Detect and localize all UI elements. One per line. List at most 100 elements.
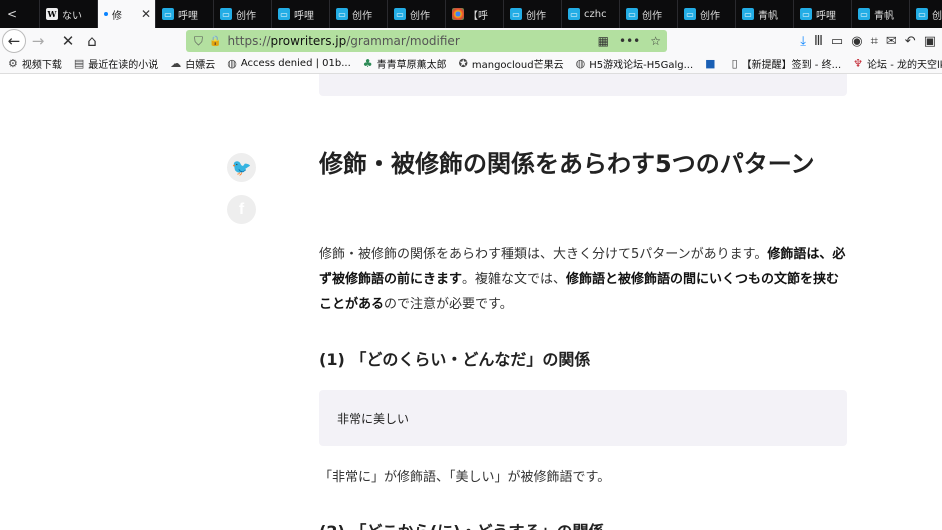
back-arrow-icon: < (6, 7, 18, 21)
globe-icon: ◍ (575, 57, 586, 70)
back-button[interactable]: ← (2, 29, 26, 53)
sidebar-icon[interactable]: ▭ (831, 34, 843, 49)
browser-tab[interactable]: < (0, 0, 40, 28)
tab-label: 创作 (352, 10, 372, 22)
browser-tab[interactable]: ▭ 青帆 (736, 0, 794, 28)
qr-code-icon[interactable]: ▦ (598, 34, 609, 48)
chat-icon[interactable]: ✉ (886, 34, 897, 49)
browser-tab[interactable]: 【呼 (446, 0, 504, 28)
browser-tab[interactable]: ▭ 呼哩 (272, 0, 330, 28)
url-host: prowriters.jp (270, 34, 347, 48)
tab-label: 呼哩 (178, 10, 198, 22)
bookmark-label: 论坛 - 龙的天空lkong... (867, 60, 942, 71)
home-button[interactable]: ⌂ (80, 29, 104, 53)
lock-icon[interactable]: 🔒 (209, 36, 221, 47)
url-scheme: https:// (227, 34, 271, 48)
bilibili-icon: ▭ (742, 8, 754, 20)
tab-label: 创作 (700, 10, 720, 22)
bookmark-item[interactable]: ▤ 最近在读的小说 (74, 56, 158, 71)
bookmark-item[interactable]: ♆论坛 - 龙的天空lkong... (853, 56, 942, 71)
library-icon[interactable]: Ⅲ (814, 34, 823, 49)
loading-dot-icon (104, 12, 108, 16)
window-icon[interactable]: ▣ (924, 34, 936, 49)
bookmark-label: 【新提醒】签到 - 终... (741, 60, 842, 71)
twitter-icon: 🐦 (231, 158, 252, 177)
bookmark-label: 最近在读的小说 (88, 60, 159, 71)
browser-tab[interactable]: ▭ 创作 (330, 0, 388, 28)
forward-button[interactable]: → (26, 29, 50, 53)
bilibili-icon: ▭ (858, 8, 870, 20)
bilibili-icon: ▭ (568, 8, 580, 20)
close-tab-icon[interactable]: ✕ (141, 7, 151, 21)
more-icon[interactable]: ••• (619, 34, 640, 48)
browser-tab[interactable]: ▭ 创作 (214, 0, 272, 28)
page-content: 🐦 f 修飾・被修飾の関係をあらわす5つのパターン 修飾・被修飾の関係をあらわす… (0, 74, 942, 530)
browser-tab[interactable]: ▭ 呼哩 (794, 0, 852, 28)
bilibili-icon: ▭ (626, 8, 638, 20)
example-note: 「非常に」が修飾語、「美しい」が被修飾語です。 (319, 470, 611, 485)
tab-label: czhc (584, 8, 607, 20)
bilibili-icon: ▭ (684, 8, 696, 20)
example-text: 非常に美しい (337, 411, 410, 426)
bookmark-label: 青青草原薰太郎 (376, 60, 447, 71)
tab-label: 创作 (526, 10, 546, 22)
section-heading: 修飾・被修飾の関係をあらわす5つのパターン (319, 150, 815, 178)
bookmark-item[interactable]: ✪ mangocloud芒果云 (459, 56, 564, 71)
chrome-icon (452, 8, 464, 20)
bookmark-label: H5游戏论坛-H5Galg... (589, 60, 694, 71)
bookmark-item[interactable]: ☁ 白嫖云 (170, 56, 215, 71)
tab-label: 创作 (410, 10, 430, 22)
folder-icon: ▤ (73, 57, 85, 70)
tab-label: 创作 (642, 10, 662, 22)
bilibili-icon: ▭ (336, 8, 348, 20)
browser-tab[interactable]: 修 ✕ (98, 0, 156, 28)
bookmark-label: 白嫖云 (185, 60, 216, 71)
cloud-icon: ☁ (170, 57, 182, 70)
nav-bar: ← → ✕ ⌂ ⛉ 🔒 https://prowriters.jp/gramma… (0, 28, 942, 54)
tab-label: ない (62, 10, 82, 22)
bookmark-label: mangocloud芒果云 (471, 60, 564, 71)
wiki-icon: W (46, 8, 58, 20)
bookmark-item[interactable]: ◍ H5游戏论坛-H5Galg... (576, 56, 694, 71)
intro-paragraph: 修飾・被修飾の関係をあらわす種類は、大きく分けて5パターンがあります。修飾語は、… (319, 247, 846, 312)
browser-tab[interactable]: ▭ 创作 (620, 0, 678, 28)
account-icon[interactable]: ◉ (851, 34, 862, 49)
browser-tab[interactable]: ▭ 创作 (388, 0, 446, 28)
bilibili-icon: ▭ (510, 8, 522, 20)
twitter-share-button[interactable]: 🐦 (227, 153, 256, 182)
facebook-share-button[interactable]: f (227, 195, 256, 224)
bilibili-icon: ▭ (162, 8, 174, 20)
screenshot-icon[interactable]: ⌗ (871, 34, 878, 49)
browser-tab[interactable]: ▭ 青帆 (852, 0, 910, 28)
subsection-heading-1: (1) 「どのくらい・どんなだ」の関係 (319, 350, 591, 369)
bookmark-item[interactable]: ♣ 青青草原薰太郎 (363, 56, 447, 71)
bookmarks-bar: ⚙ 视频下载 ▤ 最近在读的小说 ☁ 白嫖云 ◍ Access denied | 01b...… (0, 54, 942, 74)
example-box: 非常に美しい (319, 390, 847, 446)
browser-tab[interactable]: ▭ 呼哩 (156, 0, 214, 28)
bookmark-item[interactable]: ◍ Access denied | 01b... (227, 57, 350, 70)
tab-label: 青帆 (758, 10, 778, 22)
undo-icon[interactable]: ↶ (905, 34, 916, 49)
globe-icon: ◍ (227, 57, 237, 70)
browser-tab[interactable]: W ない (40, 0, 98, 28)
browser-tab[interactable]: ▭ czhc (562, 0, 620, 28)
bookmark-star-icon[interactable]: ☆ (650, 34, 661, 48)
browser-tab[interactable]: ▭ 创作 (678, 0, 736, 28)
previous-content-box (319, 74, 847, 96)
url-path: /grammar/modifier (346, 34, 460, 48)
bookmark-item[interactable]: ▯ 【新提醒】签到 - 终... (732, 56, 842, 71)
stop-button[interactable]: ✕ (56, 29, 80, 53)
mango-icon: ✪ (458, 57, 468, 70)
shield-icon[interactable]: ⛉ (194, 34, 203, 49)
bookmark-item[interactable]: ■ (705, 57, 719, 70)
url-bar[interactable]: ⛉ 🔒 https://prowriters.jp/grammar/modifi… (186, 30, 667, 52)
browser-tab[interactable]: ▭ 创作 (910, 0, 942, 28)
bilibili-icon: ▭ (220, 8, 232, 20)
bookmark-item[interactable]: ⚙ 视频下载 (8, 56, 62, 71)
blue-square-icon: ■ (705, 57, 716, 70)
bilibili-icon: ▭ (800, 8, 812, 20)
download-icon[interactable]: ⤓ (800, 34, 806, 49)
tab-label: 青帆 (874, 10, 894, 22)
browser-tab[interactable]: ▭ 创作 (504, 0, 562, 28)
bookmark-label: 视频下载 (21, 60, 62, 71)
